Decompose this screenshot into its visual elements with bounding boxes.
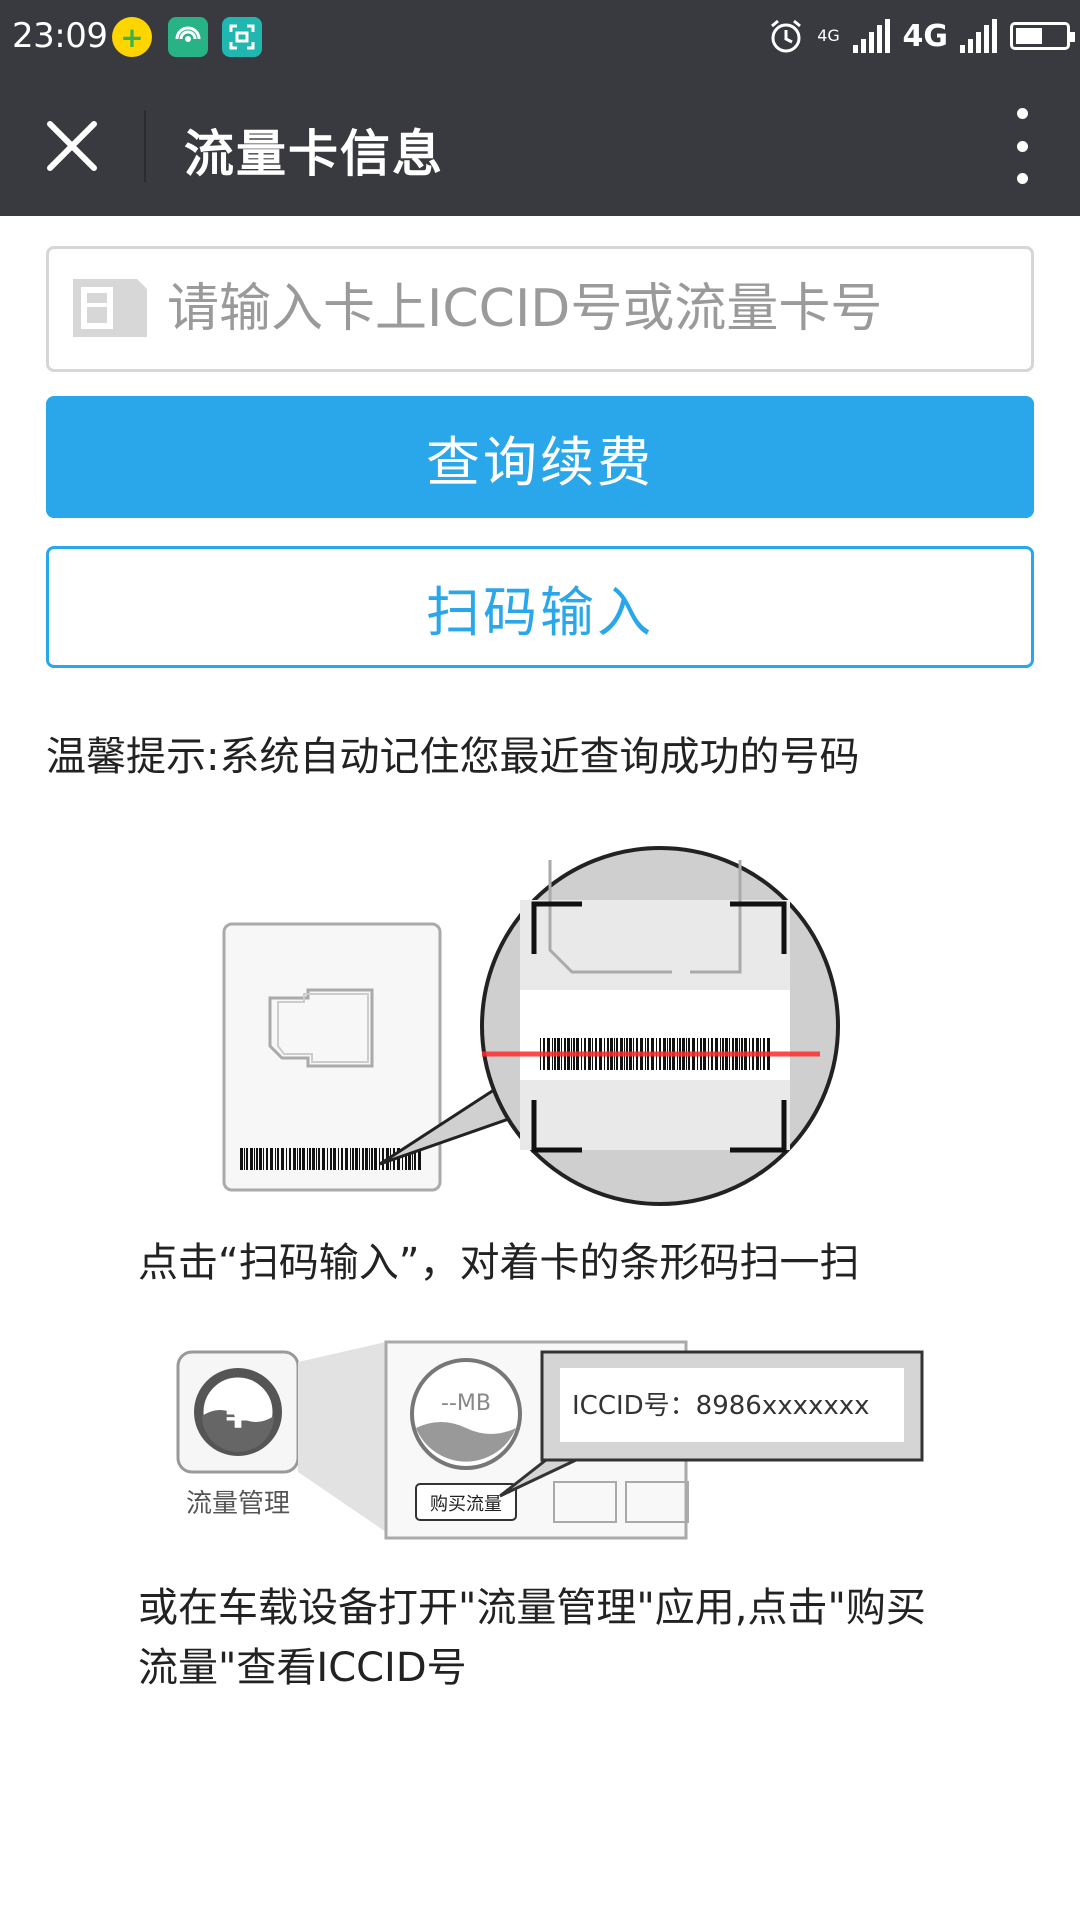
car-app-illustration: ¥ 流量管理 --MB 购买流量 ICCID号：8986xxxxxxx bbox=[176, 1340, 924, 1540]
tip-text: 温馨提示:系统自动记住您最近查询成功的号码 bbox=[46, 734, 860, 780]
close-icon bbox=[47, 121, 97, 171]
page-title: 流量卡信息 bbox=[184, 125, 444, 183]
yuan-symbol: ¥ bbox=[225, 1396, 250, 1437]
query-renew-button[interactable]: 查询续费 bbox=[46, 396, 1034, 518]
app-name-label: 流量管理 bbox=[186, 1489, 290, 1519]
car-app-caption: 或在车载设备打开"流量管理"应用,点击"购买流量"查看ICCID号 bbox=[138, 1585, 926, 1691]
hotspot-icon bbox=[168, 17, 208, 57]
signal-icon bbox=[852, 19, 890, 53]
more-button[interactable] bbox=[1004, 108, 1040, 184]
more-vertical-icon bbox=[1016, 108, 1028, 119]
network-small-label: 4G bbox=[817, 26, 840, 45]
data-mb-label: --MB bbox=[441, 1391, 491, 1416]
iccid-input[interactable] bbox=[167, 265, 1007, 353]
title-bar: 流量卡信息 bbox=[0, 72, 1080, 216]
signal-icon-2 bbox=[960, 19, 997, 53]
close-button[interactable] bbox=[36, 110, 108, 182]
network-label: 4G bbox=[902, 18, 949, 54]
iccid-input-box[interactable] bbox=[46, 246, 1034, 372]
buy-data-label: 购买流量 bbox=[430, 1494, 502, 1515]
scan-barcode-illustration bbox=[222, 846, 840, 1206]
plus-app-icon: + bbox=[112, 17, 152, 57]
scan-input-button[interactable]: 扫码输入 bbox=[46, 546, 1034, 668]
iccid-popup-text: ICCID号：8986xxxxxxx bbox=[572, 1391, 870, 1421]
scanner-app-icon bbox=[222, 17, 262, 57]
sim-card-icon bbox=[73, 279, 147, 337]
alarm-icon bbox=[770, 19, 801, 53]
scan-caption: 点击“扫码输入”，对着卡的条形码扫一扫 bbox=[138, 1240, 860, 1286]
title-divider bbox=[144, 110, 146, 182]
status-bar: 23:09 + 4G 4G bbox=[0, 0, 1080, 72]
status-time: 23:09 bbox=[12, 16, 108, 56]
battery-icon bbox=[1010, 22, 1075, 50]
